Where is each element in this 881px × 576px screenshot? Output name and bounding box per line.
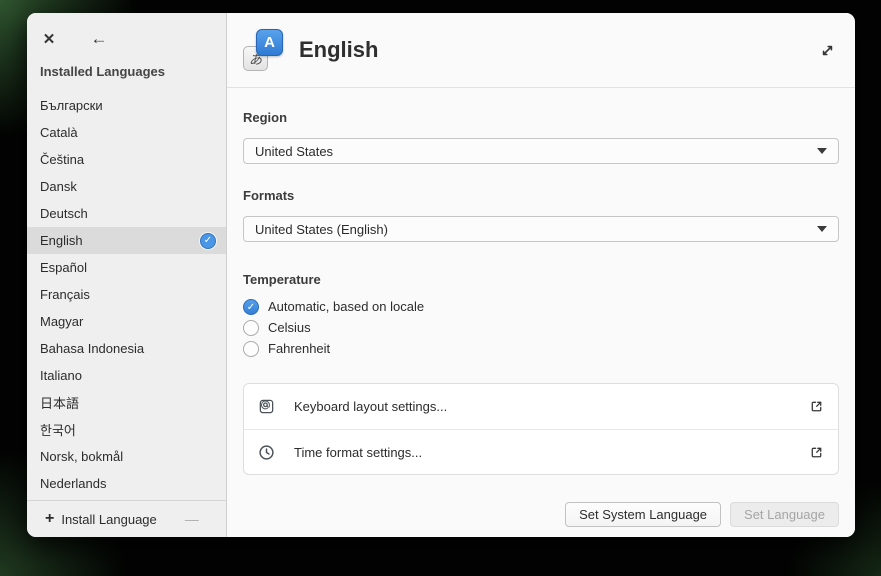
- sidebar-item-language[interactable]: Magyar: [27, 308, 226, 335]
- selected-check-icon: ✓: [200, 233, 216, 249]
- action-buttons-row: Set System Language Set Language: [243, 502, 839, 527]
- radio-label: Fahrenheit: [268, 341, 330, 356]
- radio-label: Automatic, based on locale: [268, 299, 424, 314]
- link-label: Time format settings...: [294, 445, 422, 460]
- install-language-button[interactable]: + Install Language: [37, 506, 165, 532]
- radio-option-celsius[interactable]: Celsius: [243, 317, 839, 338]
- language-label: English: [40, 233, 83, 248]
- sidebar-item-language[interactable]: Bahasa Indonesia: [27, 335, 226, 362]
- chevron-down-icon: [817, 226, 827, 232]
- expand-button[interactable]: [815, 38, 839, 62]
- sidebar-item-language[interactable]: Català: [27, 119, 226, 146]
- language-label: Nederlands: [40, 476, 107, 491]
- back-arrow-icon: ←: [91, 29, 108, 49]
- main-content: Region United States Formats United Stat…: [227, 88, 855, 537]
- sidebar-actionbar: + Install Language —: [27, 500, 226, 537]
- sidebar-item-language[interactable]: Norsk, bokmål: [27, 443, 226, 470]
- sidebar-item-language[interactable]: Deutsch: [27, 200, 226, 227]
- temperature-label: Temperature: [243, 272, 839, 288]
- minus-icon: —: [185, 511, 199, 527]
- language-settings-window: ✕ ← Installed Languages Български Català…: [27, 13, 855, 537]
- chevron-down-icon: [817, 148, 827, 154]
- radio-unchecked-icon: [243, 341, 259, 357]
- keyboard-layout-settings-link[interactable]: Keyboard layout settings...: [244, 384, 838, 429]
- radio-label: Celsius: [268, 320, 311, 335]
- sidebar-item-language[interactable]: Nederlands: [27, 470, 226, 497]
- clock-icon: [258, 444, 275, 461]
- set-language-button[interactable]: Set Language: [730, 502, 839, 527]
- language-label: Français: [40, 287, 90, 302]
- language-label: Čeština: [40, 152, 84, 167]
- close-button[interactable]: ✕: [37, 27, 61, 51]
- radio-option-fahrenheit[interactable]: Fahrenheit: [243, 338, 839, 359]
- time-format-settings-link[interactable]: Time format settings...: [244, 429, 838, 474]
- sidebar-item-language[interactable]: 한국어: [27, 416, 226, 443]
- external-link-icon: [809, 445, 824, 460]
- sidebar-item-language[interactable]: Български: [27, 92, 226, 119]
- language-label: Bahasa Indonesia: [40, 341, 144, 356]
- language-label: Magyar: [40, 314, 83, 329]
- main-panel: あ A English Region United States Formats: [227, 13, 855, 537]
- sidebar-item-language[interactable]: Español: [27, 254, 226, 281]
- page-title: English: [299, 37, 378, 63]
- sidebar-item-language[interactable]: Français: [27, 281, 226, 308]
- main-header: あ A English: [227, 13, 855, 88]
- back-button[interactable]: ←: [87, 27, 111, 51]
- sidebar-item-language[interactable]: Dansk: [27, 173, 226, 200]
- language-label: Català: [40, 125, 78, 140]
- sidebar-item-language[interactable]: Čeština: [27, 146, 226, 173]
- region-label: Region: [243, 110, 839, 126]
- plus-icon: +: [45, 510, 54, 528]
- formats-value: United States (English): [255, 222, 388, 237]
- radio-option-automatic[interactable]: ✓ Automatic, based on locale: [243, 296, 839, 317]
- region-value: United States: [255, 144, 333, 159]
- radio-unchecked-icon: [243, 320, 259, 336]
- formats-dropdown[interactable]: United States (English): [243, 216, 839, 242]
- settings-links-card: Keyboard layout settings...: [243, 383, 839, 475]
- sidebar: ✕ ← Installed Languages Български Català…: [27, 13, 227, 537]
- keyboard-icon: [258, 398, 275, 415]
- language-label: Deutsch: [40, 206, 88, 221]
- remove-language-button[interactable]: —: [179, 507, 205, 531]
- sidebar-item-language-selected[interactable]: English ✓: [27, 227, 226, 254]
- language-label: 日本語: [40, 393, 79, 412]
- installed-languages-heading: Installed Languages: [40, 64, 226, 80]
- language-label: 한국어: [40, 420, 76, 439]
- close-icon: ✕: [43, 30, 56, 48]
- external-link-icon: [809, 399, 824, 414]
- language-label: Norsk, bokmål: [40, 449, 123, 464]
- sidebar-item-language[interactable]: 日本語: [27, 389, 226, 416]
- install-language-label: Install Language: [61, 512, 156, 527]
- formats-label: Formats: [243, 188, 839, 204]
- set-system-language-button[interactable]: Set System Language: [565, 502, 721, 527]
- language-list: Български Català Čeština Dansk Deutsch E…: [27, 92, 226, 500]
- language-label: Italiano: [40, 368, 82, 383]
- link-label: Keyboard layout settings...: [294, 399, 447, 414]
- language-label: Español: [40, 260, 87, 275]
- sidebar-item-language[interactable]: Italiano: [27, 362, 226, 389]
- expand-diagonal-icon: [820, 43, 835, 58]
- radio-checked-icon: ✓: [243, 299, 259, 315]
- language-label: Български: [40, 98, 103, 113]
- language-label: Dansk: [40, 179, 77, 194]
- translate-icon-front-square: A: [256, 29, 283, 56]
- region-dropdown[interactable]: United States: [243, 138, 839, 164]
- sidebar-topbar: ✕ ←: [27, 13, 226, 51]
- language-translate-icon: あ A: [243, 29, 285, 71]
- desktop-background: { "icons": { "close": "✕", "back": "←", …: [0, 0, 881, 576]
